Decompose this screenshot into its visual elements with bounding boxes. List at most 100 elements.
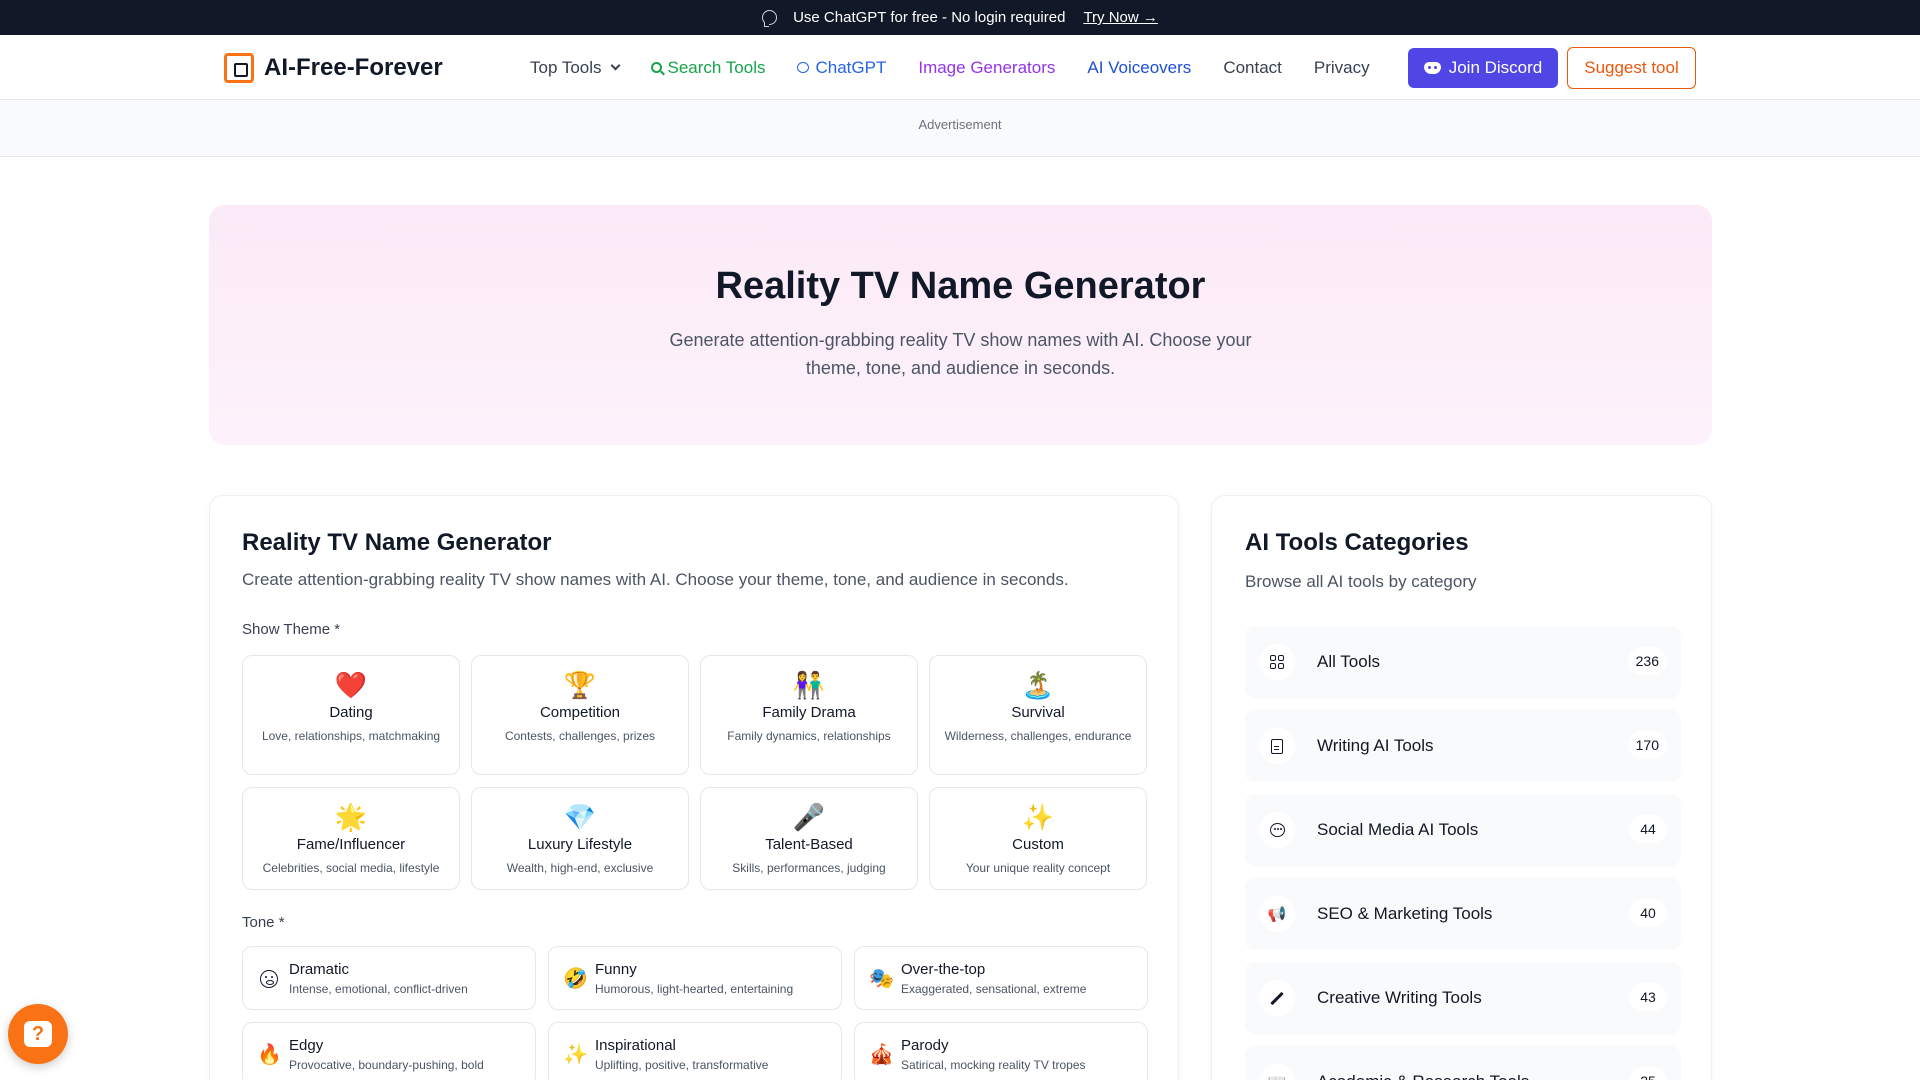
microphone-icon: 🎤 xyxy=(792,802,826,832)
categories-subtitle: Browse all AI tools by category xyxy=(1245,572,1477,591)
tone-option-parody[interactable]: 🎪 Parody Satirical, mocking reality TV t… xyxy=(854,1022,1148,1080)
tone-name: Parody xyxy=(901,1037,949,1054)
nav-search-tools-label: Search Tools xyxy=(667,57,766,77)
category-item-writing[interactable]: Writing AI Tools 170 xyxy=(1245,710,1681,782)
category-name: Creative Writing Tools xyxy=(1317,988,1482,1007)
grid-icon xyxy=(1259,644,1295,680)
promo-text: Use ChatGPT for free - No login required xyxy=(793,9,1066,26)
category-count: 25 xyxy=(1629,1067,1667,1080)
sparkles-icon: ✨ xyxy=(1021,802,1055,832)
tone-name: Funny xyxy=(595,961,637,978)
generator-title: Reality TV Name Generator xyxy=(242,529,552,556)
nav-image-generators[interactable]: Image Generators xyxy=(918,58,1055,78)
page-title: Reality TV Name Generator xyxy=(715,265,1206,307)
tone-description: Uplifting, positive, transformative xyxy=(595,1058,769,1072)
chat-bubble-icon xyxy=(762,10,778,27)
nav-contact[interactable]: Contact xyxy=(1223,58,1282,78)
gem-icon: 💎 xyxy=(563,802,597,832)
tone-option-edgy[interactable]: 🔥 Edgy Provocative, boundary-pushing, bo… xyxy=(242,1022,536,1080)
theme-description: Wealth, high-end, exclusive xyxy=(506,861,654,875)
tone-description: Humorous, light-hearted, entertaining xyxy=(595,982,794,996)
category-item-creative-writing[interactable]: Creative Writing Tools 43 xyxy=(1245,962,1681,1034)
theme-name: Dating xyxy=(329,704,373,721)
nav-privacy[interactable]: Privacy xyxy=(1314,58,1370,78)
theme-name: Fame/Influencer xyxy=(296,836,406,853)
trophy-icon: 🏆 xyxy=(563,670,597,700)
nav-chatgpt[interactable]: ChatGPT xyxy=(797,58,886,78)
face-icon xyxy=(257,967,281,991)
category-count: 44 xyxy=(1629,815,1667,843)
theme-option-family-drama[interactable]: 👫 Family Drama Family dynamics, relation… xyxy=(700,655,918,775)
category-name: All Tools xyxy=(1317,652,1380,671)
theme-option-dating[interactable]: ❤️ Dating Love, relationships, matchmaki… xyxy=(242,655,460,775)
category-count: 236 xyxy=(1627,647,1667,675)
circus-tent-icon: 🎪 xyxy=(869,1044,894,1066)
category-item-academic-research[interactable]: 📖 Academic & Research Tools 25 xyxy=(1245,1046,1681,1080)
category-count: 40 xyxy=(1629,899,1667,927)
theme-option-fame-influencer[interactable]: 🌟 Fame/Influencer Celebrities, social me… xyxy=(242,787,460,890)
message-icon xyxy=(1259,812,1295,848)
megaphone-icon: 📢 xyxy=(1259,896,1295,932)
nav-chatgpt-label: ChatGPT xyxy=(815,57,887,77)
chat-bubble-icon xyxy=(797,62,810,73)
help-button[interactable]: ? xyxy=(8,1004,68,1064)
tone-option-funny[interactable]: 🤣 Funny Humorous, light-hearted, enterta… xyxy=(548,946,842,1010)
theme-description: Contests, challenges, prizes xyxy=(504,729,656,743)
category-name: SEO & Marketing Tools xyxy=(1317,904,1493,923)
tone-description: Intense, emotional, conflict-driven xyxy=(289,982,468,996)
theme-option-competition[interactable]: 🏆 Competition Contests, challenges, priz… xyxy=(471,655,689,775)
categories-sidebar: AI Tools Categories Browse all AI tools … xyxy=(1211,495,1712,1080)
heart-icon: ❤️ xyxy=(334,670,368,700)
site-logo[interactable]: AI-Free-Forever xyxy=(224,53,443,83)
join-discord-label: Join Discord xyxy=(1448,58,1543,77)
nav-top-tools-label: Top Tools xyxy=(530,57,602,77)
tone-option-inspirational[interactable]: ✨ Inspirational Uplifting, positive, tra… xyxy=(548,1022,842,1080)
tone-options: Dramatic Intense, emotional, conflict-dr… xyxy=(242,946,1148,1080)
sparkles-icon: ✨ xyxy=(563,1044,588,1066)
theme-option-luxury-lifestyle[interactable]: 💎 Luxury Lifestyle Wealth, high-end, exc… xyxy=(471,787,689,890)
theme-name: Family Drama xyxy=(762,704,856,721)
theme-description: Celebrities, social media, lifestyle xyxy=(262,861,440,875)
theme-option-custom[interactable]: ✨ Custom Your unique reality concept xyxy=(929,787,1147,890)
theme-description: Your unique reality concept xyxy=(965,861,1111,875)
category-count: 43 xyxy=(1629,983,1667,1011)
theme-name: Luxury Lifestyle xyxy=(527,836,633,853)
nav-search-tools[interactable]: Search Tools xyxy=(650,57,766,78)
category-name: Academic & Research Tools xyxy=(1317,1072,1529,1080)
tone-option-over-the-top[interactable]: 🎭 Over-the-top Exaggerated, sensational,… xyxy=(854,946,1148,1010)
suggest-tool-button[interactable]: Suggest tool xyxy=(1567,47,1696,89)
theme-option-talent-based[interactable]: 🎤 Talent-Based Skills, performances, jud… xyxy=(700,787,918,890)
tone-description: Exaggerated, sensational, extreme xyxy=(901,982,1087,996)
theme-description: Family dynamics, relationships xyxy=(727,729,891,743)
category-item-seo-marketing[interactable]: 📢 SEO & Marketing Tools 40 xyxy=(1245,878,1681,950)
tone-option-dramatic[interactable]: Dramatic Intense, emotional, conflict-dr… xyxy=(242,946,536,1010)
page-subtitle: Generate attention-grabbing reality TV s… xyxy=(669,330,1252,378)
category-count: 170 xyxy=(1627,731,1667,759)
promo-banner: Use ChatGPT for free - No login required… xyxy=(0,0,1920,35)
theme-description: Love, relationships, matchmaking xyxy=(261,729,441,743)
couple-icon: 👫 xyxy=(792,670,826,700)
nav-top-tools[interactable]: Top Tools xyxy=(530,57,620,78)
theme-option-survival[interactable]: 🏝️ Survival Wilderness, challenges, endu… xyxy=(929,655,1147,775)
help-icon: ? xyxy=(24,1021,52,1047)
theme-name: Competition xyxy=(539,704,621,721)
category-name: Writing AI Tools xyxy=(1317,736,1434,755)
category-list: All Tools 236 Writing AI Tools 170 Socia… xyxy=(1245,626,1681,1080)
fire-icon: 🔥 xyxy=(257,1044,282,1066)
advertisement-label: Advertisement xyxy=(918,117,1002,132)
category-item-all-tools[interactable]: All Tools 236 xyxy=(1245,626,1681,698)
laughing-face-icon: 🤣 xyxy=(563,968,588,990)
theme-description: Wilderness, challenges, endurance xyxy=(944,729,1132,743)
book-icon: 📖 xyxy=(1259,1064,1295,1080)
tone-name: Edgy xyxy=(289,1037,324,1054)
logo-icon xyxy=(224,53,254,83)
category-item-social-media[interactable]: Social Media AI Tools 44 xyxy=(1245,794,1681,866)
island-icon: 🏝️ xyxy=(1021,670,1055,700)
join-discord-button[interactable]: Join Discord xyxy=(1408,48,1558,88)
try-now-link[interactable]: Try Now → xyxy=(1083,9,1157,26)
show-theme-label: Show Theme * xyxy=(242,621,341,638)
theme-description: Skills, performances, judging xyxy=(732,861,886,875)
generator-card: Reality TV Name Generator Create attenti… xyxy=(209,495,1179,1080)
nav-ai-voiceovers[interactable]: AI Voiceovers xyxy=(1087,58,1191,78)
show-theme-options: ❤️ Dating Love, relationships, matchmaki… xyxy=(242,655,1148,890)
